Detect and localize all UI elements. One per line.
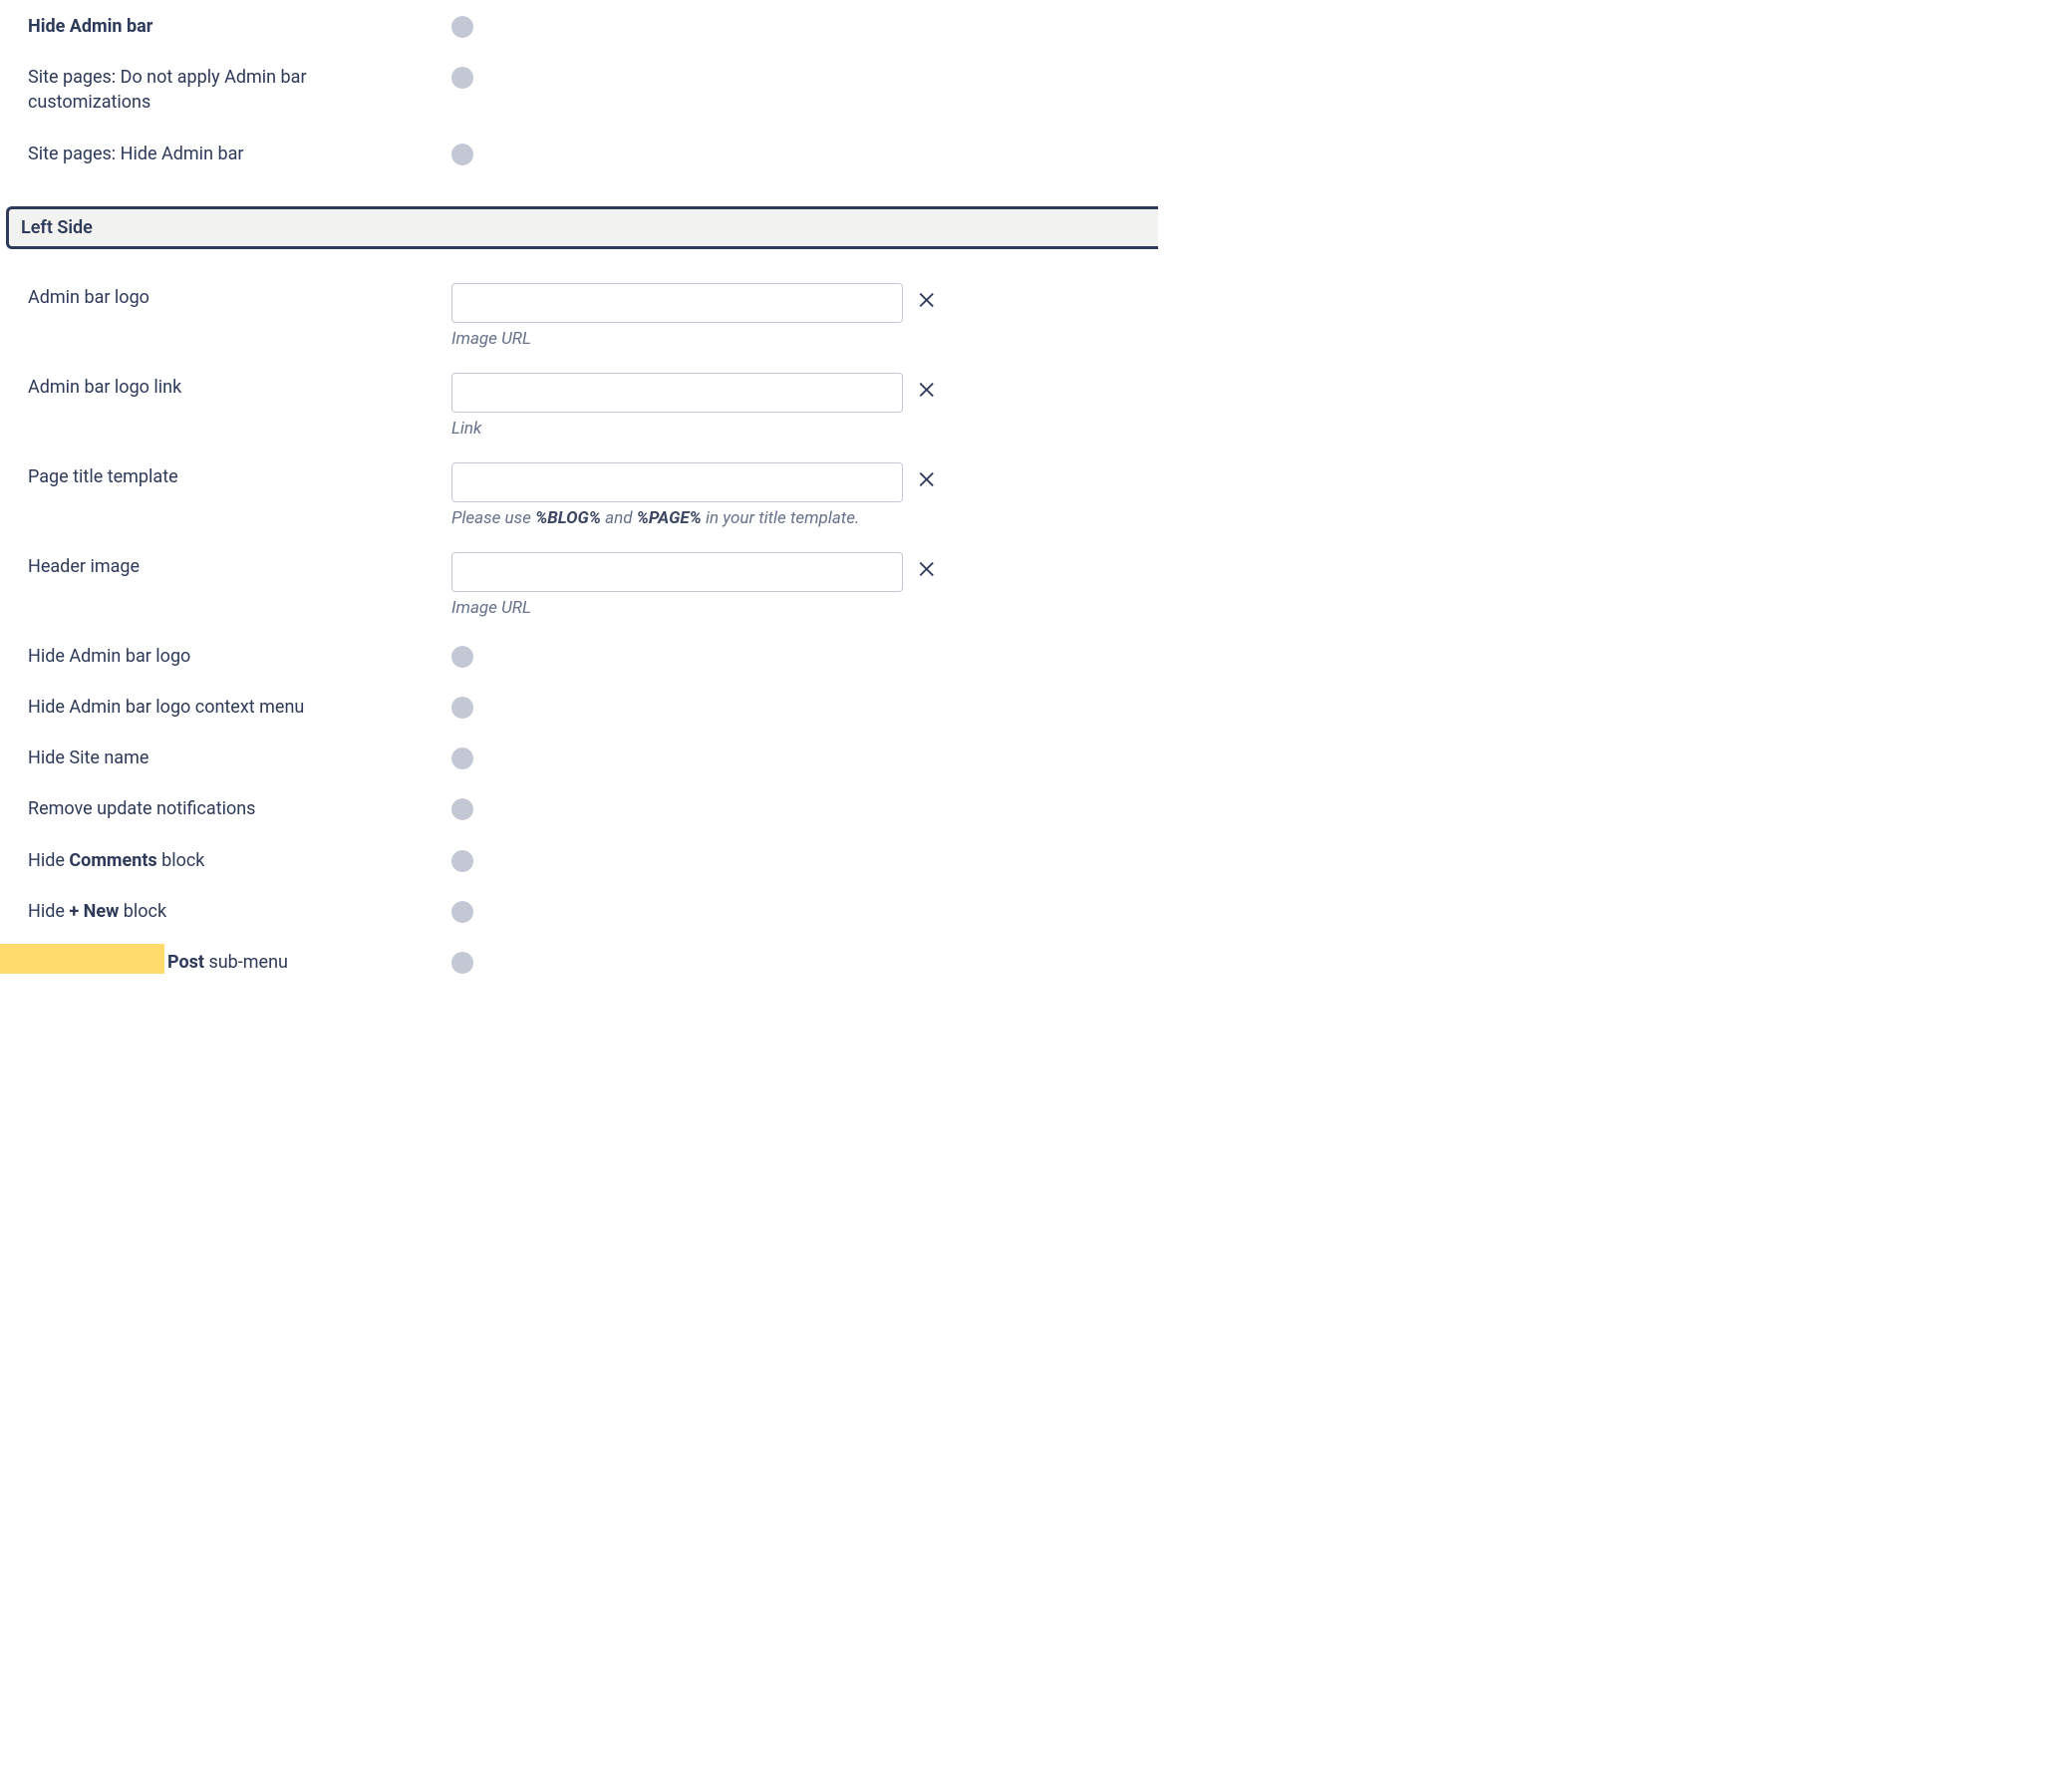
label-hide-comments-block: Hide Comments block [28, 846, 451, 873]
label-post-submenu: Post sub-menu [28, 948, 451, 975]
label-hide-admin-bar: Hide Admin bar [28, 12, 451, 39]
clear-admin-bar-logo[interactable] [917, 289, 939, 311]
label-page-title-template: Page title template [28, 462, 451, 489]
label-admin-bar-logo: Admin bar logo [28, 283, 451, 310]
row-site-pages-no-customizations: Site pages: Do not apply Admin bar custo… [0, 51, 1158, 127]
label-hide-admin-bar-logo-context-menu: Hide Admin bar logo context menu [28, 693, 451, 720]
row-hide-admin-bar-logo-context-menu: Hide Admin bar logo context menu [0, 681, 1158, 732]
label-site-pages-no-customizations: Site pages: Do not apply Admin bar custo… [28, 63, 451, 115]
toggle-hide-admin-bar-logo[interactable] [451, 646, 473, 668]
toggle-hide-new-block[interactable] [451, 901, 473, 923]
label-admin-bar-logo-link: Admin bar logo link [28, 373, 451, 400]
hint-page-title-template: Please use %BLOG% and %PAGE% in your tit… [451, 508, 903, 528]
row-post-submenu: Post sub-menu [0, 936, 1158, 987]
input-admin-bar-logo-link[interactable] [451, 373, 903, 413]
label-site-pages-hide-admin-bar: Site pages: Hide Admin bar [28, 140, 451, 166]
toggle-hide-admin-bar-logo-context-menu[interactable] [451, 697, 473, 719]
clear-page-title-template[interactable] [917, 468, 939, 490]
close-icon [917, 558, 939, 580]
input-page-title-template[interactable] [451, 462, 903, 502]
label-hide-site-name: Hide Site name [28, 744, 451, 770]
close-icon [917, 289, 939, 311]
row-hide-site-name: Hide Site name [0, 732, 1158, 782]
row-page-title-template: Page title template Please use %BLOG% an… [0, 450, 1158, 540]
toggle-site-pages-no-customizations[interactable] [451, 67, 473, 89]
row-hide-comments-block: Hide Comments block [0, 834, 1158, 885]
row-hide-new-block: Hide + New block [0, 885, 1158, 936]
row-hide-admin-bar-logo: Hide Admin bar logo [0, 630, 1158, 681]
label-hide-admin-bar-logo: Hide Admin bar logo [28, 642, 451, 669]
label-hide-new-block: Hide + New block [28, 897, 451, 924]
clear-admin-bar-logo-link[interactable] [917, 379, 939, 401]
row-remove-update-notifications: Remove update notifications [0, 782, 1158, 833]
input-admin-bar-logo[interactable] [451, 283, 903, 323]
hint-header-image: Image URL [451, 598, 903, 618]
row-hide-admin-bar: Hide Admin bar [0, 0, 1158, 51]
toggle-hide-comments-block[interactable] [451, 850, 473, 872]
toggle-post-submenu[interactable] [451, 952, 473, 974]
section-header-left-side: Left Side [6, 206, 1158, 249]
hint-admin-bar-logo-link: Link [451, 419, 903, 439]
close-icon [917, 468, 939, 490]
row-header-image: Header image Image URL [0, 540, 1158, 630]
input-header-image[interactable] [451, 552, 903, 592]
label-header-image: Header image [28, 552, 451, 579]
clear-header-image[interactable] [917, 558, 939, 580]
row-admin-bar-logo-link: Admin bar logo link Link [0, 361, 1158, 450]
toggle-hide-site-name[interactable] [451, 747, 473, 769]
row-site-pages-hide-admin-bar: Site pages: Hide Admin bar [0, 128, 1158, 178]
close-icon [917, 379, 939, 401]
row-admin-bar-logo: Admin bar logo Image URL [0, 271, 1158, 361]
label-remove-update-notifications: Remove update notifications [28, 794, 451, 821]
toggle-hide-admin-bar[interactable] [451, 16, 473, 38]
hint-admin-bar-logo: Image URL [451, 329, 903, 349]
toggle-remove-update-notifications[interactable] [451, 798, 473, 820]
settings-page: Hide Admin bar Site pages: Do not apply … [0, 0, 1158, 987]
toggle-site-pages-hide-admin-bar[interactable] [451, 144, 473, 165]
